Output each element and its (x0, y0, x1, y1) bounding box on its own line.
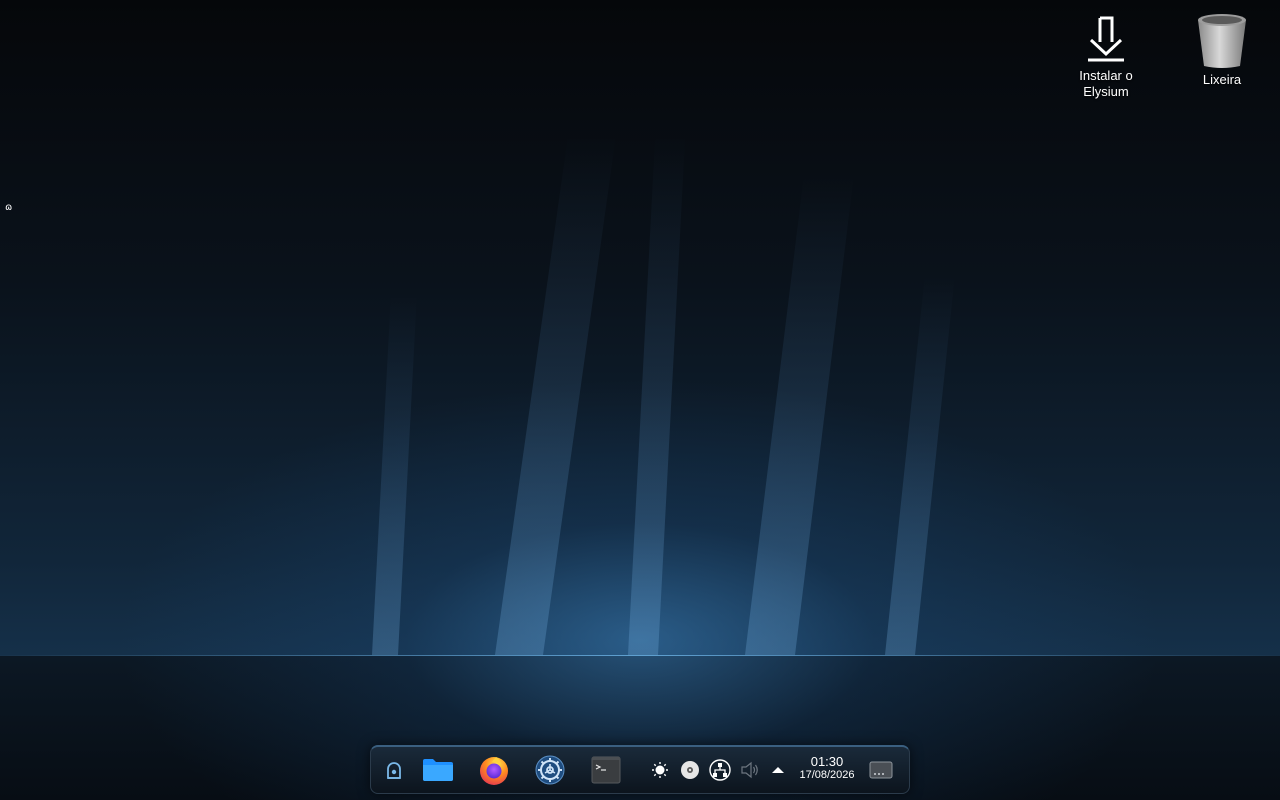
terminal-icon (591, 756, 621, 784)
clock-time: 01:30 (810, 754, 844, 769)
tray-expand-button[interactable] (769, 753, 787, 787)
settings-gear-icon (535, 755, 565, 785)
terminal-launcher[interactable] (589, 753, 623, 787)
desktop-icon-label: Lixeira (1202, 72, 1242, 87)
light-beam (495, 135, 617, 655)
clock-date: 17/08/2026 (799, 769, 855, 781)
clock-widget[interactable]: 01:30 17/08/2026 (794, 755, 860, 782)
volume-muted-icon (741, 761, 758, 779)
caret-up-icon (772, 767, 784, 773)
desktop-icon-trash[interactable]: Lixeira (1177, 12, 1267, 88)
edge-glyph: ɷ (5, 202, 13, 213)
desktop-icon-install[interactable]: Instalar o Elysium (1061, 16, 1151, 100)
desktop-wallpaper (0, 0, 1280, 800)
trash-bin-icon (1198, 14, 1246, 68)
taskbar-panel: 01:30 17/08/2026 (370, 745, 910, 794)
app-launcher-button[interactable] (381, 753, 407, 787)
network-tray[interactable] (708, 753, 732, 787)
light-beam (745, 175, 854, 655)
light-beam (628, 135, 686, 655)
show-desktop-button[interactable] (867, 753, 895, 787)
disc-tray[interactable] (679, 753, 701, 787)
brightness-icon (652, 762, 668, 778)
show-desktop-icon (869, 761, 893, 779)
desktop-icon-label: Instalar o Elysium (1079, 68, 1133, 99)
settings-launcher[interactable] (533, 753, 567, 787)
brightness-tray[interactable] (649, 753, 671, 787)
light-beam (885, 275, 955, 655)
light-beam (372, 295, 417, 655)
network-icon (709, 759, 731, 781)
volume-tray[interactable] (739, 753, 761, 787)
firefox-icon (480, 757, 508, 785)
launcher-icon (387, 762, 401, 779)
horizon-line (0, 655, 1280, 656)
firefox-launcher[interactable] (476, 753, 512, 787)
install-download-icon (1088, 16, 1124, 62)
folder-icon (423, 759, 453, 781)
disc-icon (681, 761, 699, 779)
files-launcher[interactable] (419, 753, 457, 787)
